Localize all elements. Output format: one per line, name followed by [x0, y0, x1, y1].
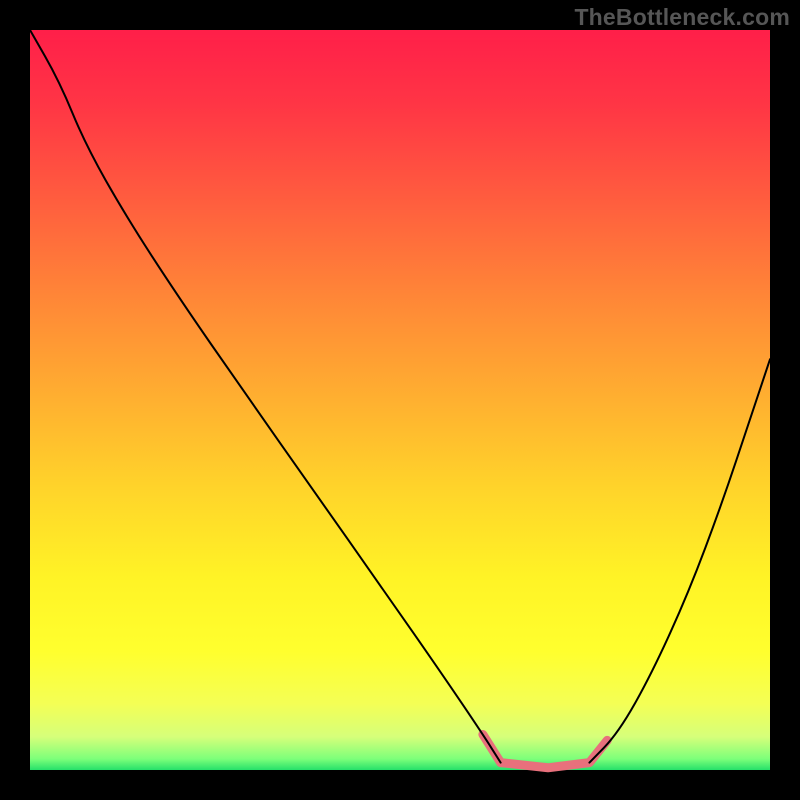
chart-frame: { "watermark": "TheBottleneck.com", "plo… — [0, 0, 800, 800]
watermark-text: TheBottleneck.com — [574, 4, 790, 31]
bottleneck-chart — [0, 0, 800, 800]
